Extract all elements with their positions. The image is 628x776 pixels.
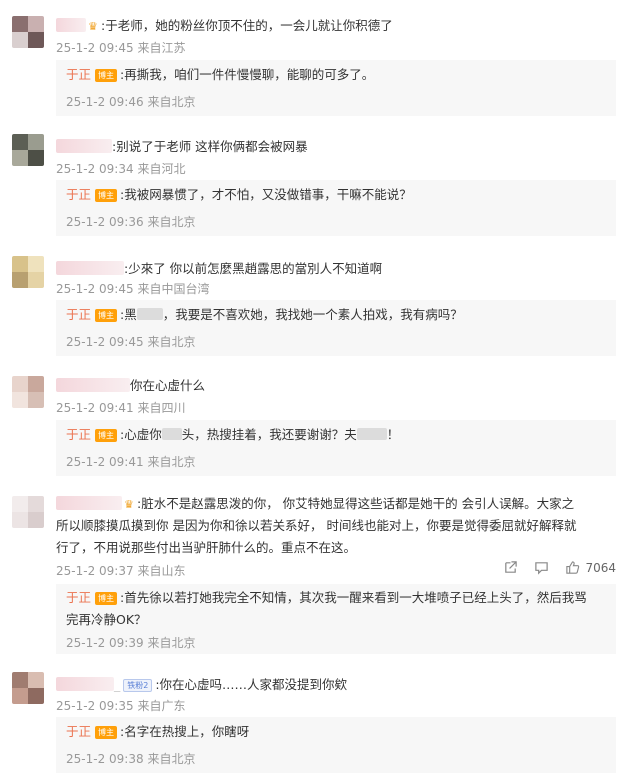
comment-text: _ 铁粉2:你在心虚吗……人家都没提到你欸 — [56, 674, 347, 693]
comment-meta: 25-1-2 09:34 来自河北 — [56, 162, 186, 176]
crown-icon: ♛ — [88, 20, 98, 33]
reply-text: 于正 博主:心虚你 头，热搜挂着，我还要谢谢？夫！ — [66, 427, 400, 442]
reply-box: 于正 博主:我被网暴惯了，才不怕，又没做错事，干嘛不能说？ 25-1-2 09:3… — [56, 180, 616, 236]
reply-box: 于正 博主:黑 ，我要是不喜欢她，我找她一个素人拍戏，我有病吗？ 25-1-2 09… — [56, 300, 616, 356]
reply-author[interactable]: 于正 — [66, 307, 91, 322]
avatar[interactable] — [12, 134, 44, 166]
share-icon[interactable] — [503, 560, 518, 575]
reply-author[interactable]: 于正 — [66, 724, 91, 739]
comment-text: :别说了于老师 这样你俩都会被网暴 — [56, 136, 308, 155]
username[interactable] — [56, 496, 122, 510]
avatar[interactable] — [12, 376, 44, 408]
username[interactable] — [56, 18, 86, 32]
comment-text: ♛:于老师，她的粉丝你顶不住的，一会儿就让你积德了 — [56, 15, 393, 34]
reply-text: 于正 博主:黑 ，我要是不喜欢她，我找她一个素人拍戏，我有病吗？ — [66, 307, 463, 322]
reply-box: 于正 博主:名字在热搜上，你瞎呀 25-1-2 09:38 来自北京 — [56, 717, 616, 773]
blogger-badge: 博主 — [95, 592, 118, 605]
avatar[interactable] — [12, 672, 44, 704]
comment-meta: 25-1-2 09:45 来自江苏 — [56, 41, 186, 55]
comment-text: ♛:脏水不是赵露思泼的你， 你艾特她显得这些话都是她干的 会引人误解。大家之 所… — [56, 496, 577, 555]
like-count: 7064 — [585, 560, 616, 575]
redacted-text — [161, 428, 182, 440]
reply-text: 于正 博主:再撕我，咱们一件件慢慢聊，能聊的可多了。 — [66, 67, 375, 82]
comment-meta: 25-1-2 09:41 来自四川 — [56, 401, 186, 415]
avatar[interactable] — [12, 16, 44, 48]
blogger-badge: 博主 — [95, 429, 118, 442]
blogger-badge: 博主 — [95, 69, 118, 82]
crown-icon: ♛ — [124, 498, 134, 511]
redacted-text — [356, 428, 387, 440]
reply-text: 于正 博主:我被网暴惯了，才不怕，又没做错事，干嘛不能说？ — [66, 187, 412, 202]
reply-meta: 25-1-2 09:36 来自北京 — [66, 215, 196, 229]
avatar[interactable] — [12, 256, 44, 288]
username[interactable] — [56, 139, 112, 153]
blogger-badge: 博主 — [95, 726, 118, 739]
reply-author[interactable]: 于正 — [66, 187, 91, 202]
reply-author[interactable]: 于正 — [66, 590, 91, 605]
reply-box: 于正 博主:首先徐以若打她我完全不知情，其次我一醒来看到一大堆喷子已经上头了，然后… — [56, 584, 616, 654]
comment-actions: 7064 — [491, 560, 616, 575]
reply-meta: 25-1-2 09:41 来自北京 — [66, 455, 196, 469]
reply-meta: 25-1-2 09:39 来自北京 — [66, 636, 196, 650]
comment-meta: 25-1-2 09:45 来自中国台湾 — [56, 282, 210, 296]
fan-badge: 铁粉2 — [123, 679, 153, 692]
reply-box: 于正 博主:再撕我，咱们一件件慢慢聊，能聊的可多了。 25-1-2 09:46 来… — [56, 60, 616, 116]
reply-meta: 25-1-2 09:46 来自北京 — [66, 95, 196, 109]
username[interactable] — [56, 677, 114, 691]
comment-meta: 25-1-2 09:37 来自山东 — [56, 564, 186, 578]
avatar[interactable] — [12, 496, 44, 528]
redacted-text — [136, 308, 163, 320]
like-icon — [565, 561, 579, 574]
blogger-badge: 博主 — [95, 309, 118, 322]
reply-text: 于正 博主:名字在热搜上，你瞎呀 — [66, 724, 250, 739]
reply-meta: 25-1-2 09:38 来自北京 — [66, 752, 196, 766]
reply-author[interactable]: 于正 — [66, 67, 91, 82]
comment-icon[interactable] — [534, 560, 549, 575]
comment-text: :少來了 你以前怎麼黑趙露思的當別人不知道啊 — [56, 258, 382, 277]
blogger-badge: 博主 — [95, 189, 118, 202]
reply-box: 于正 博主:心虚你 头，热搜挂着，我还要谢谢？夫！ 25-1-2 09:41 来自北… — [56, 420, 616, 476]
username[interactable] — [56, 261, 124, 275]
like-button[interactable]: 7064 — [565, 560, 616, 575]
comment-text: 你在心虚什么 — [56, 375, 205, 394]
reply-meta: 25-1-2 09:45 来自北京 — [66, 335, 196, 349]
reply-author[interactable]: 于正 — [66, 427, 91, 442]
username[interactable] — [56, 378, 130, 392]
comment-meta: 25-1-2 09:35 来自广东 — [56, 699, 186, 713]
reply-text: 于正 博主:首先徐以若打她我完全不知情，其次我一醒来看到一大堆喷子已经上头了，然后… — [66, 590, 587, 627]
